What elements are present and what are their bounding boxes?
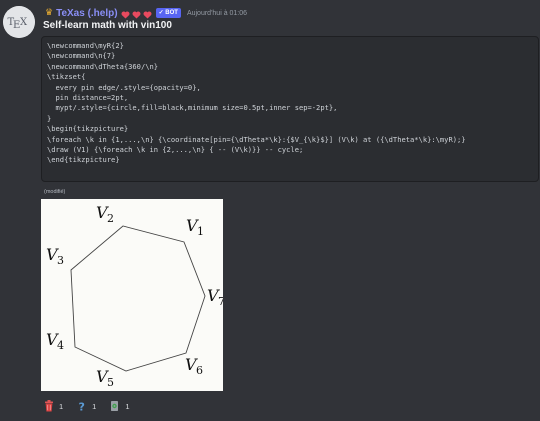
edited-label: (modifié): [44, 189, 66, 195]
code-line: mypt/.style={circle,fill=black,minimum s…: [47, 103, 338, 113]
vertex-label-v3: V 3: [46, 245, 64, 267]
code-line: \end{tikzpicture}: [47, 155, 120, 165]
crown-icon: ♛: [45, 8, 54, 18]
chat-message: T E X ♛ TeXas (.help) ✓ BOT Aujourd'hui …: [0, 0, 540, 421]
message-header: ♛ TeXas (.help) ✓ BOT Aujourd'hui à 01:0…: [45, 6, 247, 20]
code-line: \draw (V1) {\foreach \k in {2,...,\n} { …: [47, 144, 304, 154]
code-line: \newcommand\n{7}: [47, 51, 116, 61]
heptagon-outline: [70, 225, 206, 372]
code-line: pin distance=2pt,: [47, 92, 129, 102]
vertex-label-v4: V 4: [46, 330, 64, 352]
reaction-count: 1: [59, 401, 64, 411]
tex-logo-icon: T E X: [3, 6, 35, 38]
svg-text:6: 6: [196, 364, 203, 377]
code-line: \tikzset{: [47, 72, 86, 82]
vertex-label-v1: V 1: [186, 216, 204, 238]
bot-badge: ✓ BOT: [155, 8, 181, 18]
reactions-bar: 1 ? 1 1: [41, 398, 141, 414]
wastebasket-icon: [44, 400, 54, 412]
reaction-wastebasket[interactable]: 1: [41, 399, 66, 413]
svg-text:1: 1: [197, 225, 204, 238]
reaction-count: 1: [92, 401, 97, 411]
author-username[interactable]: TeXas (.help): [56, 8, 118, 19]
code-line: \newcommand\dTheta{360/\n}: [47, 61, 159, 71]
reaction-gear-file[interactable]: 1: [107, 399, 132, 413]
svg-text:2: 2: [107, 212, 114, 225]
message-title: Self-learn math with vin100: [43, 20, 172, 31]
svg-text:X: X: [20, 17, 28, 28]
reaction-question-mark[interactable]: ? 1: [74, 399, 99, 413]
svg-text:7: 7: [218, 295, 223, 308]
vertex-label-v7: V 7: [207, 286, 223, 308]
svg-text:5: 5: [107, 376, 114, 389]
code-line: every pin edge/.style={opacity=0},: [47, 82, 201, 92]
vertex-label-v2: V 2: [96, 203, 114, 225]
vertex-label-v5: V 5: [96, 367, 114, 389]
bot-avatar[interactable]: T E X: [3, 6, 35, 38]
rendered-heptagon-image[interactable]: V 1 V 2 V 3 V 4 V 5 V 6 V 7: [41, 199, 223, 391]
gear-file-icon: [110, 400, 120, 412]
question-mark-icon: ?: [77, 400, 87, 413]
svg-text:4: 4: [57, 339, 64, 352]
svg-text:?: ?: [79, 401, 85, 413]
code-line: }: [47, 113, 52, 123]
vertex-label-v6: V 6: [185, 355, 203, 377]
message-timestamp[interactable]: Aujourd'hui à 01:06: [187, 10, 247, 17]
svg-text:3: 3: [57, 254, 64, 267]
code-line: \newcommand\myR{2}: [47, 41, 124, 50]
code-block[interactable]: \newcommand\myR{2} \newcommand\n{7} \new…: [41, 36, 539, 182]
reaction-count: 1: [125, 401, 130, 411]
code-line: \begin{tikzpicture}: [47, 124, 129, 134]
heptagon-diagram: V 1 V 2 V 3 V 4 V 5 V 6 V 7: [46, 203, 223, 389]
code-line: \foreach \k in {1,...,\n} {\coordinate[p…: [47, 134, 466, 144]
